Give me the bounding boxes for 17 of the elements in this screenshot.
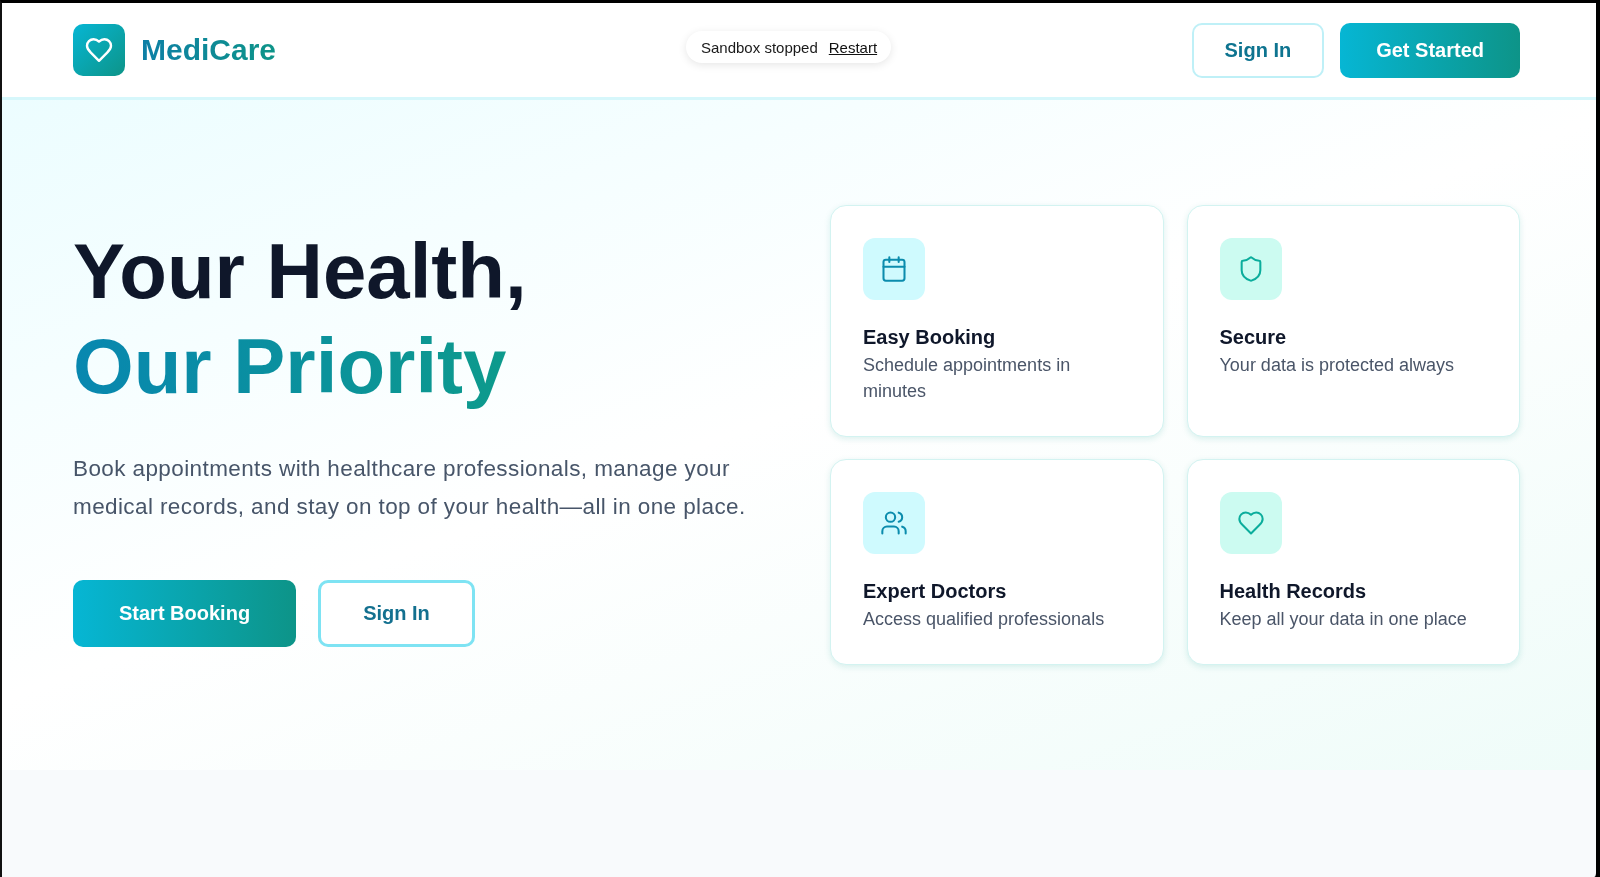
heart-logo-icon [73,24,125,76]
feature-title: Health Records [1219,579,1367,604]
hero-description: Book appointments with healthcare professionals, manage your medical records, and stay on top of your health—all in one place. [73,454,747,521]
sign-in-button[interactable]: Sign In [1191,22,1325,78]
feature-description: Access qualified professionals [863,608,1105,631]
start-booking-button[interactable]: Start Booking [73,579,297,647]
feature-title: Easy Booking [863,325,996,350]
hero-heading: Your Health, [73,225,527,317]
get-started-button[interactable]: Get Started [1340,22,1520,78]
restart-link[interactable]: Restart [828,38,878,56]
feature-description: Your data is protected always [1219,354,1454,377]
feature-description: Keep all your data in one place [1219,608,1467,631]
feature-description: Schedule appointments in minutes [863,354,1072,403]
feature-title: Secure [1219,325,1287,350]
sign-in-button[interactable]: Sign In [318,579,475,647]
sandbox-status-text: Sandbox stopped [701,38,818,56]
feature-title: Expert Doctors [863,579,1007,604]
